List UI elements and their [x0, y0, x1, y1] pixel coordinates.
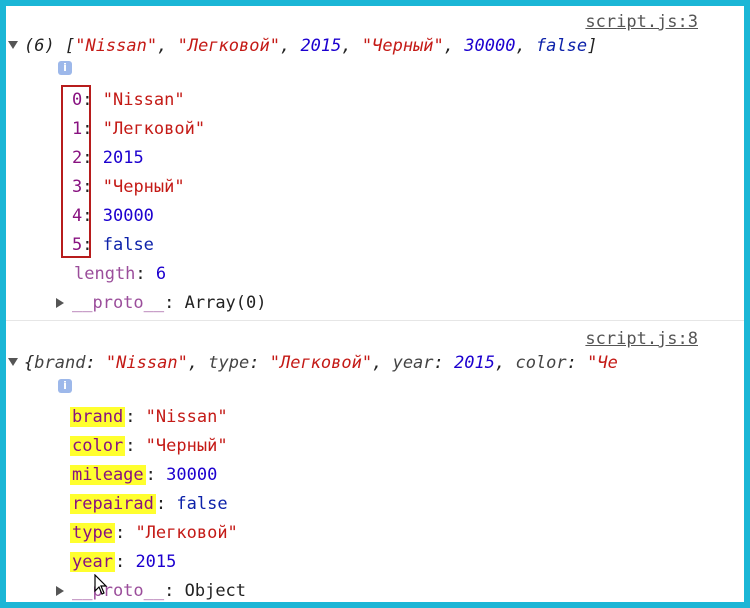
collapse-triangle-icon[interactable] [8, 41, 18, 49]
object-entry-row: color: "Черный" [70, 436, 228, 456]
info-icon[interactable]: i [58, 379, 72, 393]
summary-key: brand [34, 353, 86, 373]
entry-value: 30000 [102, 206, 154, 226]
summary-value: 2015 [300, 36, 342, 56]
length-row: length: 6 [74, 264, 167, 284]
summary-key: type [208, 353, 250, 373]
expand-triangle-icon[interactable] [56, 298, 64, 308]
array-entry-row: 1: "Легковой" [72, 119, 206, 139]
property-value: "Легковой" [135, 523, 238, 543]
summary-key: color [515, 353, 567, 373]
object-summary[interactable]: {brand: "Nissan", type: "Легковой", year… [6, 353, 618, 373]
console-panel: script.js:3 (6) ["Nissan", "Легковой", 2… [6, 6, 744, 602]
summary-value: 2015 [454, 353, 495, 373]
property-value: 2015 [135, 552, 177, 572]
summary-value: 30000 [464, 36, 516, 56]
property-value: "Черный" [145, 436, 228, 456]
property-value: false [176, 494, 228, 514]
array-summary-items: "Nissan", "Легковой", 2015, "Черный", 30… [75, 36, 588, 56]
entry-value: false [102, 235, 154, 255]
collapse-triangle-icon[interactable] [8, 358, 18, 366]
property-key: mileage [70, 465, 146, 485]
console-message-object: script.js:8 {brand: "Nissan", type: "Лег… [6, 320, 744, 602]
source-link[interactable]: script.js:8 [585, 329, 698, 349]
source-link[interactable]: script.js:3 [585, 12, 698, 32]
property-key: color [70, 436, 126, 456]
entry-value: "Черный" [102, 177, 185, 197]
summary-value: false [535, 36, 588, 56]
object-entry-row: brand: "Nissan" [70, 407, 228, 427]
array-proto-row[interactable]: __proto__: Array(0) [56, 291, 267, 315]
info-icon[interactable]: i [58, 61, 72, 75]
object-proto-row[interactable]: __proto__: Object [56, 579, 246, 602]
entry-value: 2015 [102, 148, 144, 168]
index-highlight-box [61, 85, 91, 258]
array-count: (6) [24, 36, 55, 56]
object-entry-row: mileage: 30000 [70, 465, 218, 485]
entry-value: "Nissan" [102, 90, 185, 110]
summary-value: "Легковой" [177, 36, 280, 56]
summary-value: "Легковой" [269, 353, 373, 373]
array-summary[interactable]: (6) ["Nissan", "Легковой", 2015, "Черный… [6, 36, 597, 56]
entry-value: "Легковой" [102, 119, 206, 139]
property-key: type [70, 523, 115, 543]
object-entry-row: year: 2015 [70, 552, 177, 572]
property-key: brand [70, 407, 126, 427]
summary-value: "Nissan" [75, 36, 158, 56]
summary-key: year [392, 353, 434, 373]
mouse-cursor-icon [94, 574, 108, 595]
property-key: repairad [70, 494, 156, 514]
property-value: 30000 [166, 465, 218, 485]
expand-triangle-icon[interactable] [56, 586, 64, 596]
property-key: year [70, 552, 115, 572]
object-entry-row: repairad: false [70, 494, 228, 514]
property-value: "Nissan" [145, 407, 228, 427]
summary-value: "Черный" [361, 36, 444, 56]
object-entry-row: type: "Легковой" [70, 523, 238, 543]
summary-value: "Nissan" [105, 353, 188, 373]
console-message-array: script.js:3 (6) ["Nissan", "Легковой", 2… [6, 6, 744, 318]
summary-value: "Че [587, 353, 618, 373]
object-summary-items: brand: "Nissan", type: "Легковой", year:… [34, 353, 618, 373]
